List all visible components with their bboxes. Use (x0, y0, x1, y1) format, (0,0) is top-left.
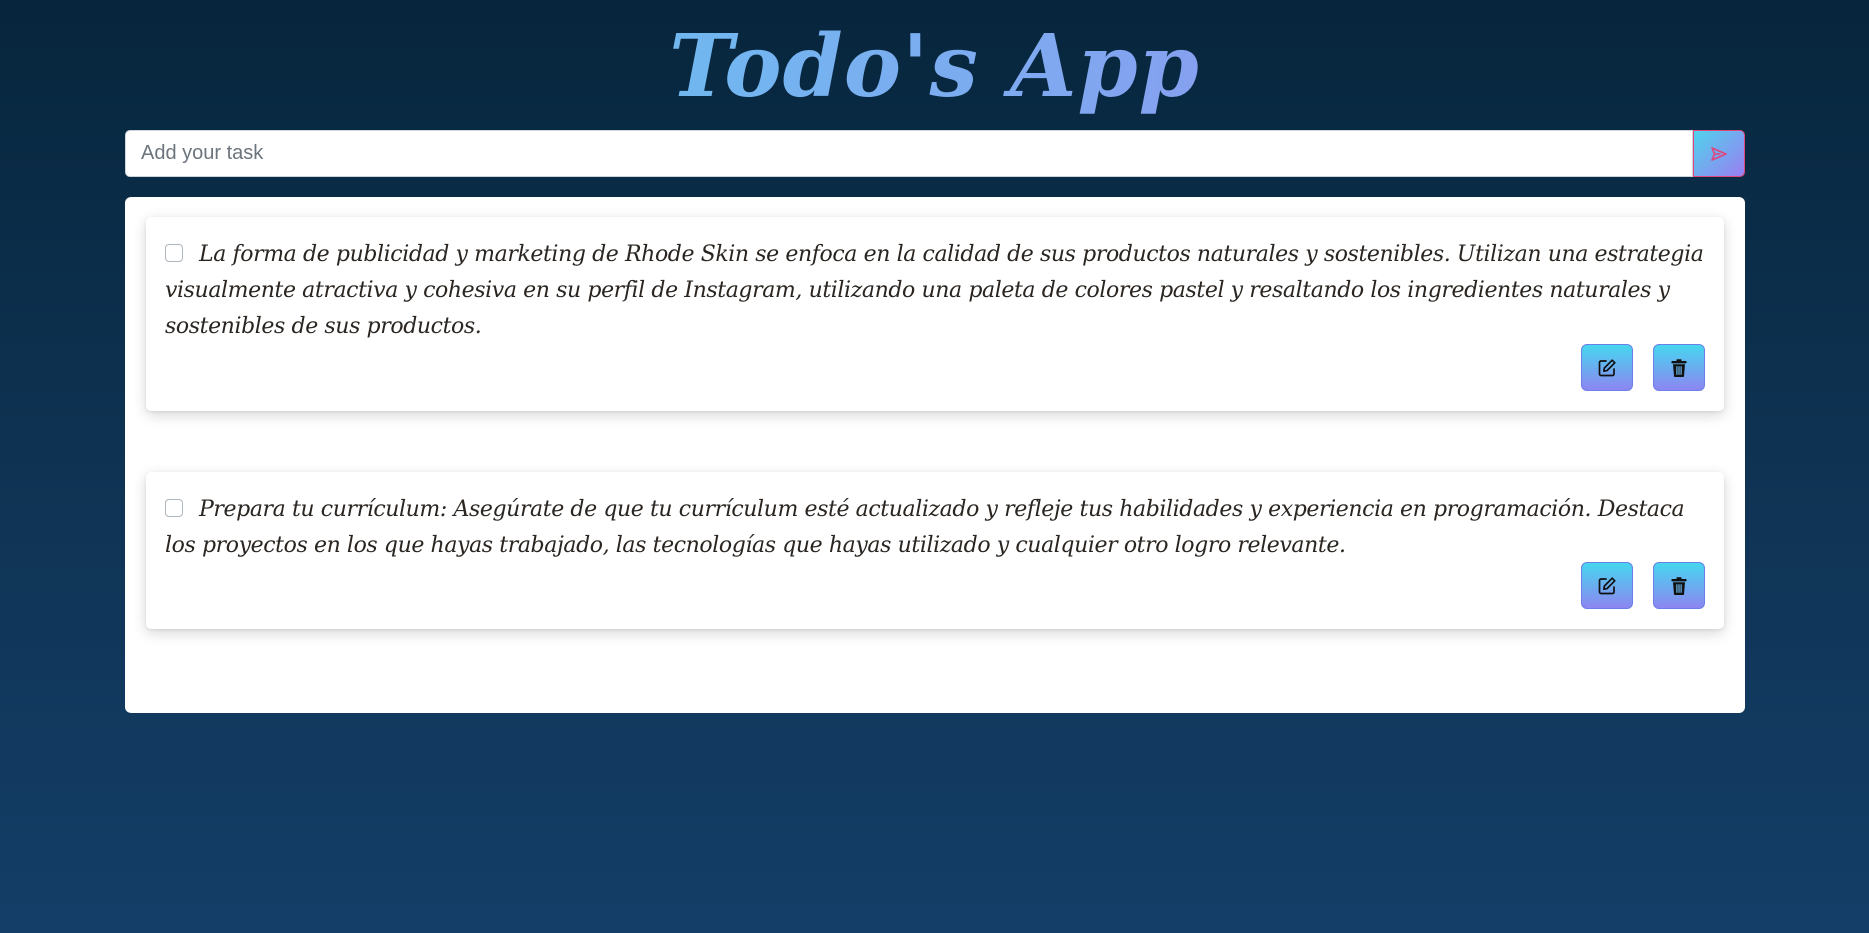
edit-icon (1598, 358, 1616, 376)
edit-icon (1598, 576, 1616, 594)
task-actions (1581, 562, 1705, 609)
task-item: La forma de publicidad y marketing de Rh… (146, 217, 1724, 411)
task-item: Prepara tu currículum: Asegúrate de que … (146, 472, 1724, 629)
app-title: Todo's App (0, 2, 1869, 132)
task-text-wrapper: La forma de publicidad y marketing de Rh… (165, 237, 1704, 345)
trash-icon (1671, 576, 1687, 595)
task-text: Prepara tu currículum: Asegúrate de que … (165, 497, 1685, 558)
edit-task-button[interactable] (1581, 562, 1633, 609)
task-text: La forma de publicidad y marketing de Rh… (165, 242, 1704, 339)
add-task-form (125, 130, 1745, 177)
task-text-wrapper: Prepara tu currículum: Asegúrate de que … (165, 492, 1704, 564)
trash-icon (1671, 358, 1687, 377)
task-checkbox[interactable] (165, 499, 183, 517)
edit-task-button[interactable] (1581, 344, 1633, 391)
send-icon (1711, 146, 1727, 161)
delete-task-button[interactable] (1653, 562, 1705, 609)
task-input[interactable] (125, 130, 1693, 177)
delete-task-button[interactable] (1653, 344, 1705, 391)
add-task-button[interactable] (1693, 130, 1745, 177)
task-list: La forma de publicidad y marketing de Rh… (125, 197, 1745, 713)
task-checkbox[interactable] (165, 244, 183, 262)
task-actions (1581, 344, 1705, 391)
